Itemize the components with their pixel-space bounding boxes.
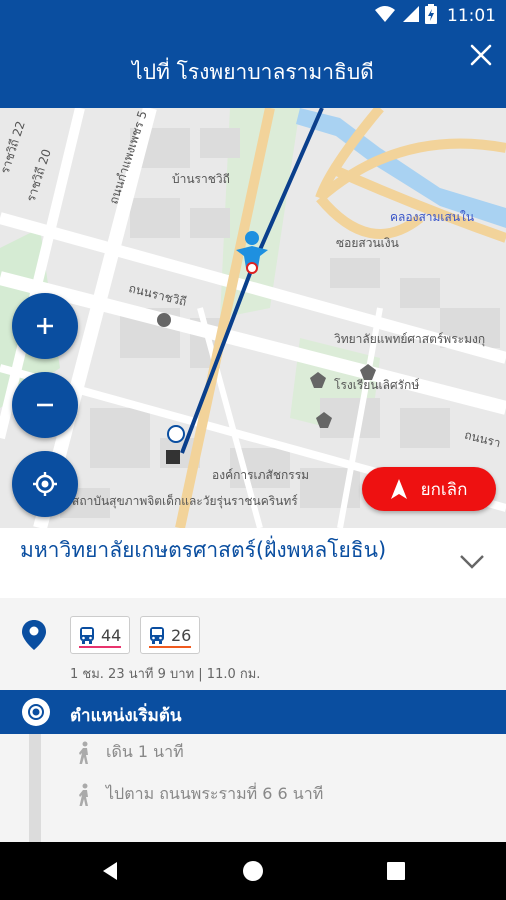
navigation-arrow-icon [390,479,407,499]
step-text: ไปตาม ถนนพระรามที่ 6 6 นาที [106,784,324,803]
expand-button[interactable] [458,552,486,572]
cancel-navigation-button[interactable]: ยกเลิก [362,467,496,511]
walk-icon [79,741,88,764]
header: ไปที่ โรงพยาบาลรามาธิบดี [0,32,506,108]
minus-icon [37,403,53,407]
route-step[interactable]: ไปตาม ถนนพระรามที่ 6 6 นาที [76,782,323,807]
walk-icon [79,783,88,806]
wifi-icon [375,5,395,27]
map-label: โรงเรียนเลิศรักษ์ [334,378,420,392]
route-meta: 1 ชม. 23 นาที 9 บาท | 11.0 กม. [70,667,261,682]
map-label: บ้านราชวิถี [172,172,230,186]
zoom-out-button[interactable] [12,372,78,438]
status-bar: 11:01 [0,0,506,32]
start-label: ตำแหน่งเริ่มต้น [70,706,182,726]
zoom-in-button[interactable] [12,293,78,359]
bus-number: 44 [101,625,122,645]
home-button[interactable] [238,856,268,886]
bus-line-color [149,646,192,648]
map-label: องค์การเภสัชกรรม [212,468,310,482]
map-label: สถาบันสุขภาพจิตเด็กและวัยรุ่นราชนครินทร์ [72,494,298,508]
page-title: ไปที่ โรงพยาบาลรามาธิบดี [132,60,374,84]
bus-line-color [79,646,122,648]
recents-button[interactable] [381,856,411,886]
cancel-label: ยกเลิก [420,479,468,500]
route-step[interactable]: เดิน 1 นาที [76,740,184,765]
plus-icon [37,318,53,334]
status-icons: 11:01 [375,4,496,28]
start-marker-icon [22,698,50,726]
close-button[interactable] [466,40,496,70]
system-nav-bar [0,842,506,900]
bus-icon [150,627,164,644]
start-location-row[interactable]: ตำแหน่งเริ่มต้น [0,690,506,734]
recents-icon [387,862,405,880]
map-label: วิทยาลัยแพทย์ศาสตร์พระมงกุ [334,332,486,346]
battery-icon [425,4,437,28]
back-button[interactable] [95,856,125,886]
route-option[interactable]: 44 26 1 ชม. 23 นาที 9 บาท | 11.0 กม. [0,598,506,690]
bus-line-chip[interactable]: 44 [70,616,131,654]
bus-number: 26 [171,625,192,645]
my-location-button[interactable] [12,451,78,517]
destination-panel[interactable]: มหาวิทยาลัยเกษตรศาสตร์(ฝั่งพหลโยธิน) [0,528,506,598]
my-location-icon [33,472,57,496]
close-icon [470,44,492,66]
bus-line-chip[interactable]: 26 [140,616,201,654]
destination-name: มหาวิทยาลัยเกษตรศาสตร์(ฝั่งพหลโยธิน) [20,538,387,562]
map-label: คลองสามเสนใน [390,210,475,224]
route-steps: เดิน 1 นาที ไปตาม ถนนพระรามที่ 6 6 นาที [0,734,506,842]
map-view[interactable]: ราชวิถี 22 ราชวิถี 20 ถนนกำแพงเพชร 5 บ้า… [0,108,506,528]
back-icon [103,862,117,880]
status-time: 11:01 [447,6,496,26]
chevron-down-icon [460,555,484,569]
timeline-line [29,734,41,842]
bus-icon [80,627,94,644]
location-pin-icon [22,620,46,654]
home-icon [243,861,263,881]
map-label: ซอยสวนเงิน [336,236,399,250]
step-text: เดิน 1 นาที [106,742,184,761]
cellular-signal-icon [401,5,419,27]
